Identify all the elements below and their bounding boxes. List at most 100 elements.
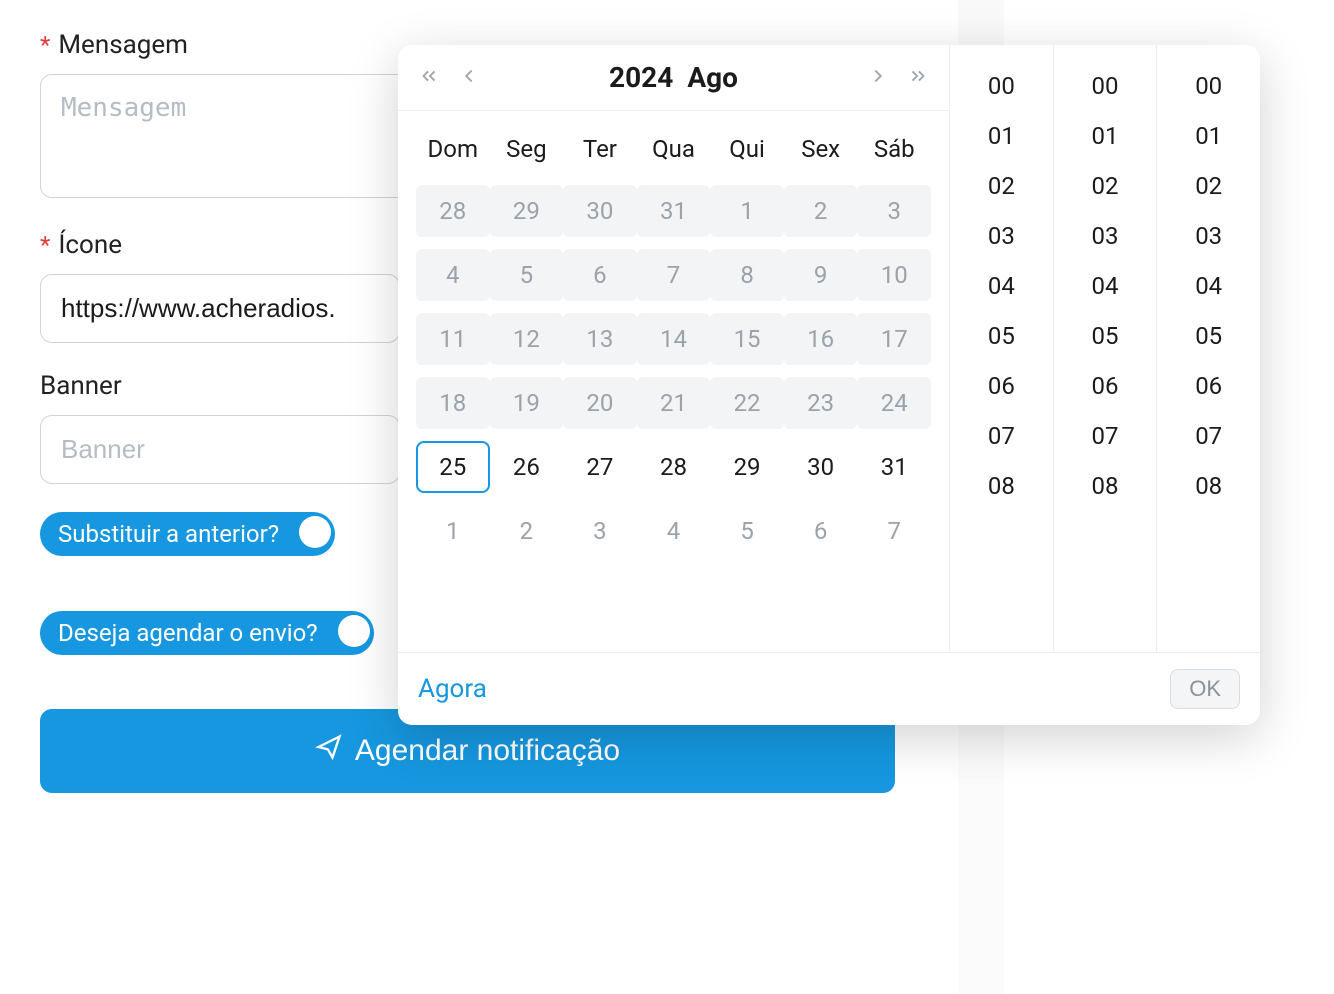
calendar-day[interactable]: 13	[563, 313, 637, 365]
calendar-day[interactable]: 6	[784, 505, 858, 557]
calendar-day[interactable]: 2	[784, 185, 858, 237]
hours-option[interactable]: 03	[950, 211, 1053, 261]
calendar-day[interactable]: 9	[784, 249, 858, 301]
seconds-option[interactable]: 04	[1157, 261, 1260, 311]
minutes-option[interactable]: 00	[1054, 61, 1157, 111]
minutes-option[interactable]: 03	[1054, 211, 1157, 261]
submit-label: Agendar notificação	[355, 734, 620, 768]
seconds-option[interactable]: 01	[1157, 111, 1260, 161]
calendar-day[interactable]: 26	[490, 441, 564, 493]
weekday-header: Dom	[416, 125, 490, 173]
seconds-option[interactable]: 02	[1157, 161, 1260, 211]
calendar-day[interactable]: 4	[637, 505, 711, 557]
month-select[interactable]: Ago	[687, 61, 738, 94]
calendar-day[interactable]: 31	[637, 185, 711, 237]
calendar-day[interactable]: 1	[416, 505, 490, 557]
seconds-option[interactable]: 08	[1157, 461, 1260, 511]
seconds-option[interactable]: 05	[1157, 311, 1260, 361]
icone-input[interactable]	[40, 274, 400, 343]
hours-option[interactable]: 01	[950, 111, 1053, 161]
calendar-day[interactable]: 6	[563, 249, 637, 301]
hours-option[interactable]: 04	[950, 261, 1053, 311]
calendar-day[interactable]: 5	[710, 505, 784, 557]
hours-option[interactable]: 05	[950, 311, 1053, 361]
toggle-knob	[299, 516, 331, 548]
weekday-header: Sex	[784, 125, 858, 173]
calendar-day[interactable]: 29	[490, 185, 564, 237]
minutes-option[interactable]: 05	[1054, 311, 1157, 361]
required-asterisk: *	[40, 31, 50, 59]
calendar-day[interactable]: 2	[490, 505, 564, 557]
minutes-option[interactable]: 04	[1054, 261, 1157, 311]
calendar-day[interactable]: 7	[637, 249, 711, 301]
calendar-day[interactable]: 31	[857, 441, 931, 493]
next-month-button[interactable]	[867, 65, 889, 91]
minutes-option[interactable]: 08	[1054, 461, 1157, 511]
minutes-option[interactable]: 01	[1054, 111, 1157, 161]
substituir-toggle[interactable]: Substituir a anterior?	[40, 512, 335, 556]
next-year-button[interactable]	[907, 65, 929, 91]
calendar-day[interactable]: 29	[710, 441, 784, 493]
weekday-header: Qui	[710, 125, 784, 173]
seconds-option[interactable]: 07	[1157, 411, 1260, 461]
minutes-option[interactable]: 07	[1054, 411, 1157, 461]
hours-column[interactable]: 000102030405060708	[950, 45, 1054, 652]
weekday-header: Sáb	[857, 125, 931, 173]
seconds-option[interactable]: 00	[1157, 61, 1260, 111]
calendar-day[interactable]: 28	[416, 185, 490, 237]
calendar-day[interactable]: 27	[563, 441, 637, 493]
calendar-day[interactable]: 3	[857, 185, 931, 237]
minutes-column[interactable]: 000102030405060708	[1054, 45, 1158, 652]
calendar-day[interactable]: 8	[710, 249, 784, 301]
datetime-picker: 2024 Ago DomSegTerQuaQuiSexSáb2829303112…	[398, 45, 1260, 725]
calendar-day[interactable]: 19	[490, 377, 564, 429]
weekday-header: Ter	[563, 125, 637, 173]
required-asterisk: *	[40, 231, 50, 259]
calendar-day[interactable]: 16	[784, 313, 858, 365]
calendar-day[interactable]: 30	[563, 185, 637, 237]
calendar-day[interactable]: 20	[563, 377, 637, 429]
ok-button[interactable]: OK	[1170, 669, 1240, 709]
year-select[interactable]: 2024	[609, 61, 673, 94]
banner-input[interactable]	[40, 415, 400, 484]
weekday-header: Qua	[637, 125, 711, 173]
calendar-day[interactable]: 12	[490, 313, 564, 365]
weekday-header: Seg	[490, 125, 564, 173]
seconds-column[interactable]: 000102030405060708	[1157, 45, 1260, 652]
hours-option[interactable]: 07	[950, 411, 1053, 461]
calendar-day[interactable]: 28	[637, 441, 711, 493]
prev-month-button[interactable]	[458, 65, 480, 91]
calendar-day[interactable]: 18	[416, 377, 490, 429]
substituir-toggle-label: Substituir a anterior?	[58, 520, 279, 548]
calendar-day[interactable]: 24	[857, 377, 931, 429]
agendar-toggle-label: Deseja agendar o envio?	[58, 619, 318, 647]
agendar-toggle[interactable]: Deseja agendar o envio?	[40, 611, 374, 655]
calendar-day[interactable]: 22	[710, 377, 784, 429]
calendar-day[interactable]: 15	[710, 313, 784, 365]
minutes-option[interactable]: 02	[1054, 161, 1157, 211]
calendar-day[interactable]: 23	[784, 377, 858, 429]
calendar-day[interactable]: 1	[710, 185, 784, 237]
calendar-day[interactable]: 17	[857, 313, 931, 365]
calendar-day[interactable]: 5	[490, 249, 564, 301]
calendar-day[interactable]: 4	[416, 249, 490, 301]
seconds-option[interactable]: 03	[1157, 211, 1260, 261]
minutes-option[interactable]: 06	[1054, 361, 1157, 411]
calendar-day[interactable]: 10	[857, 249, 931, 301]
hours-option[interactable]: 00	[950, 61, 1053, 111]
calendar-day[interactable]: 3	[563, 505, 637, 557]
hours-option[interactable]: 06	[950, 361, 1053, 411]
calendar-day[interactable]: 14	[637, 313, 711, 365]
calendar-day[interactable]: 25	[416, 441, 490, 493]
calendar-day[interactable]: 7	[857, 505, 931, 557]
hours-option[interactable]: 08	[950, 461, 1053, 511]
prev-year-button[interactable]	[418, 65, 440, 91]
now-link[interactable]: Agora	[418, 674, 487, 704]
seconds-option[interactable]: 06	[1157, 361, 1260, 411]
calendar-day[interactable]: 30	[784, 441, 858, 493]
hours-option[interactable]: 02	[950, 161, 1053, 211]
send-icon	[315, 733, 343, 769]
calendar-day[interactable]: 11	[416, 313, 490, 365]
toggle-knob	[338, 615, 370, 647]
calendar-day[interactable]: 21	[637, 377, 711, 429]
